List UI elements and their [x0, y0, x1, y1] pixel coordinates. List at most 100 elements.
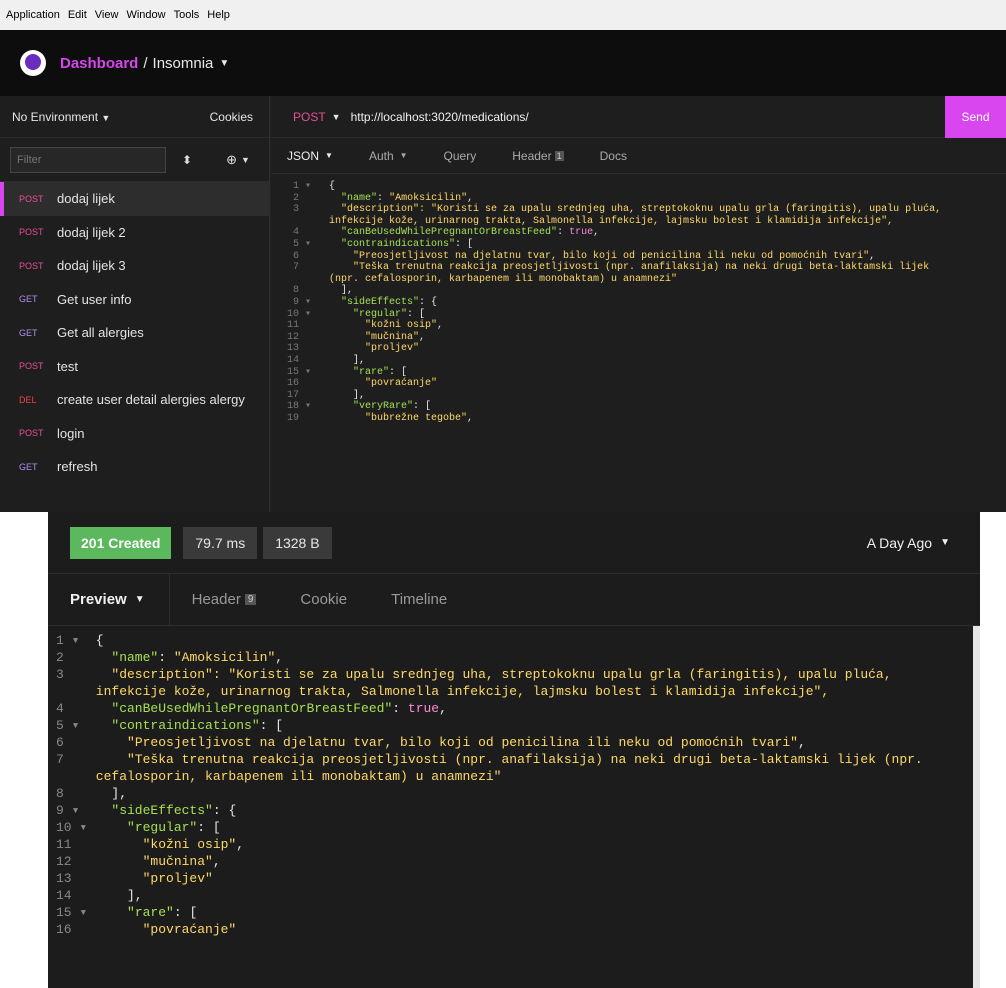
code-line: 18 ▾ "veryRare": [ — [271, 401, 1006, 413]
method-badge: POST — [19, 260, 44, 271]
response-status-bar: 201 Created 79.7 ms 1328 B A Day Ago ▼ — [48, 512, 980, 574]
sidebar: No Environment ▼ Cookies ⬍ ⊕ ▼ POST dodaj… — [0, 96, 270, 512]
chevron-down-icon: ▼ — [325, 151, 333, 160]
method-badge: POST — [19, 361, 44, 372]
workspace-dropdown-icon[interactable]: ▼ — [219, 58, 229, 69]
line-number: 15 ▾ — [56, 905, 88, 920]
line-number: 8 — [56, 786, 64, 801]
code-line: 12 "mučnina", — [271, 332, 1006, 344]
request-item[interactable]: POST dodaj lijek 2 — [0, 216, 269, 250]
line-number: 11 — [56, 837, 72, 852]
line-number: 10 ▾ — [56, 820, 88, 835]
code-text: ], — [317, 285, 354, 297]
line-number: 17 — [286, 389, 311, 401]
code-text: "mučnina", — [142, 854, 221, 869]
request-item[interactable]: GET Get all alergies — [0, 316, 269, 350]
cookies-button[interactable]: Cookies — [210, 110, 253, 124]
request-name: login — [57, 425, 85, 441]
json-key: "rare" — [127, 905, 174, 920]
json-string: "povraćanje" — [365, 378, 438, 390]
method-badge: GET — [19, 294, 38, 305]
add-dropdown-icon[interactable]: ▼ — [241, 155, 250, 165]
line-number: 13 — [286, 343, 311, 355]
menu-application[interactable]: Application — [6, 9, 60, 21]
json-string: "bubrežne tegobe" — [365, 412, 468, 424]
tab-json[interactable]: JSON ▼ — [287, 149, 333, 163]
tab-cookie[interactable]: Cookie — [278, 574, 369, 626]
code-line: 6 "Preosjetljivost na djelatnu tvar, bil… — [48, 734, 973, 751]
tab-response-header[interactable]: Header 9 — [170, 574, 279, 626]
code-line: 2 "name": "Amoksicilin", — [271, 193, 1006, 205]
request-item[interactable]: POST test — [0, 350, 269, 384]
add-request-icon[interactable]: ⊕ — [226, 152, 237, 168]
send-button[interactable]: Send — [945, 95, 1006, 138]
dashboard-link[interactable]: Dashboard — [60, 55, 138, 72]
line-number — [48, 683, 88, 700]
line-number: 10 ▾ — [286, 308, 311, 320]
method-dropdown-icon[interactable]: ▼ — [332, 112, 341, 122]
json-key: "contraindications" — [341, 238, 456, 250]
breadcrumb-separator: / — [143, 54, 148, 72]
json-string: "Amoksicilin" — [389, 192, 468, 204]
code-text: "mučnina", — [365, 331, 426, 343]
request-item[interactable]: POST dodaj lijek 3 — [0, 249, 269, 283]
header-count-badge: 1 — [554, 150, 564, 161]
status-badge: 201 Created — [70, 526, 172, 559]
workspace-name[interactable]: Insomnia — [153, 55, 214, 72]
tab-preview[interactable]: Preview ▼ — [48, 573, 170, 626]
scrollbar[interactable] — [973, 626, 980, 988]
menu-window[interactable]: Window — [126, 9, 165, 21]
code-text: "kožni osip", — [365, 320, 444, 332]
menu-edit[interactable]: Edit — [68, 9, 87, 21]
request-body-editor[interactable]: 1 ▾ {2 "name": "Amoksicilin", 3 "descript… — [271, 175, 1006, 512]
code-text: ], — [317, 389, 366, 401]
code-text: "povraćanje" — [88, 921, 237, 938]
code-line: 3 "description": "Koristi se za upalu sr… — [271, 204, 1006, 216]
code-line: 9 ▾ "sideEffects": { — [48, 802, 973, 819]
menu-help[interactable]: Help — [207, 9, 230, 21]
code-text: infekcije kože, urinarnog trakta, Salmon… — [317, 216, 893, 228]
menu-tools[interactable]: Tools — [174, 9, 200, 21]
chevron-down-icon[interactable]: ▼ — [940, 537, 950, 548]
menu-bar: Application Edit View Window Tools Help — [0, 0, 1006, 30]
request-item[interactable]: GET Get user info — [0, 283, 269, 317]
line-number: 12 — [286, 331, 311, 343]
method-badge: GET — [19, 327, 38, 338]
code-text: "regular": [ — [353, 308, 426, 320]
method-selector[interactable]: POST — [293, 110, 326, 124]
code-line: 11 "kožni osip", — [271, 320, 1006, 332]
filter-input[interactable] — [10, 146, 166, 173]
line-number: 5 ▾ — [292, 238, 311, 250]
request-item[interactable]: POST login — [0, 417, 269, 451]
code-line: 5 ▾ "contraindications": [ — [48, 717, 973, 734]
code-text: (npr. cefalosporin, karbapenem ili monob… — [317, 274, 677, 286]
code-line: 4 "canBeUsedWhilePregnantOrBreastFeed": … — [48, 700, 973, 717]
environment-selector[interactable]: No Environment ▼ — [12, 110, 110, 124]
sort-icon[interactable]: ⬍ — [182, 153, 192, 167]
chevron-down-icon: ▼ — [399, 151, 408, 160]
request-item[interactable]: POST dodaj lijek — [0, 182, 269, 216]
environment-row: No Environment ▼ Cookies — [0, 96, 269, 138]
tab-timeline[interactable]: Timeline — [369, 574, 469, 626]
history-selector[interactable]: A Day Ago — [867, 535, 932, 551]
json-key: "name" — [341, 192, 378, 204]
code-text: "name": "Amoksicilin", — [341, 192, 474, 204]
request-item[interactable]: DEL create user detail alergies alergy — [0, 383, 269, 417]
code-text: "canBeUsedWhilePregnantOrBreastFeed": tr… — [111, 701, 447, 716]
tab-header[interactable]: Header 1 — [512, 149, 564, 163]
request-item[interactable]: GET refresh — [0, 450, 269, 484]
url-input[interactable]: http://localhost:3020/medications/ — [351, 110, 945, 124]
line-number: 14 — [286, 354, 311, 366]
tab-docs[interactable]: Docs — [600, 149, 627, 163]
filter-row: ⬍ ⊕ ▼ — [0, 138, 269, 182]
code-text: "description": "Koristi se za upalu sred… — [88, 666, 892, 683]
tab-auth[interactable]: Auth ▼ — [369, 149, 408, 163]
line-number: 7 — [56, 752, 64, 767]
json-string: "description": "Koristi se za upalu sred… — [88, 667, 892, 682]
request-pane: POST ▼ http://localhost:3020/medications… — [271, 95, 1006, 512]
json-key: "sideEffects" — [111, 803, 213, 818]
menu-view[interactable]: View — [95, 9, 119, 21]
tab-query[interactable]: Query — [444, 149, 477, 163]
code-text: { — [88, 633, 104, 648]
code-text: "Preosjetljivost na djelatnu tvar, bilo … — [353, 250, 876, 262]
